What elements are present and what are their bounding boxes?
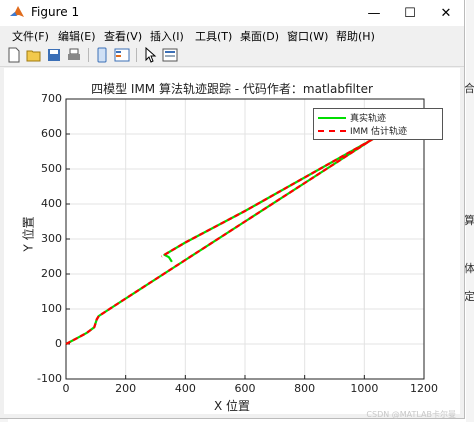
dock-icon[interactable] (114, 47, 130, 63)
y-tick-label: -100 (37, 372, 62, 385)
legend-label: IMM 估计轨迹 (350, 127, 408, 137)
background-window-right: 合算体定 (464, 0, 474, 422)
y-axis-label: Y 位置 (21, 216, 36, 252)
close-icon: ✕ (440, 5, 452, 21)
y-tick-label: 400 (41, 197, 62, 210)
y-tick-label: 700 (41, 92, 62, 105)
y-tick-label: 500 (41, 162, 62, 175)
property-editor-icon[interactable] (162, 47, 178, 63)
edge-glyph: 体 (464, 262, 474, 275)
window-title: Figure 1 (31, 5, 80, 19)
plot-title: 四模型 IMM 算法轨迹跟踪 - 代码作者：matlabfilter (91, 82, 373, 96)
menu-file[interactable]: 文件(F) (12, 28, 49, 44)
series-imm-track (65, 129, 390, 345)
edge-glyph: 算 (464, 214, 474, 227)
save-icon[interactable] (46, 47, 62, 63)
x-tick-label: 1200 (410, 382, 438, 395)
matlab-icon (10, 6, 24, 17)
figure-window: Figure 1 — ☐ ✕ 文件(F) 编辑(E) 查看(V) 插入(I) 工… (0, 0, 465, 419)
watermark: CSDN @MATLAB卡尔曼 (366, 410, 456, 419)
series-true-track (65, 129, 390, 345)
link-icon[interactable] (94, 47, 110, 63)
x-tick-label: 400 (174, 382, 196, 395)
maximize-icon: ☐ (404, 5, 416, 21)
pointer-icon[interactable] (142, 47, 158, 63)
menu-desktop[interactable]: 桌面(D) (240, 28, 279, 44)
minimize-button[interactable]: — (356, 0, 392, 26)
y-tick-label: 600 (41, 127, 62, 140)
menu-bar: 文件(F) 编辑(E) 查看(V) 插入(I) 工具(T) 桌面(D) 窗口(W… (0, 26, 464, 44)
toolbar-separator (136, 48, 137, 62)
toolbar (0, 44, 464, 67)
menu-view[interactable]: 查看(V) (104, 28, 142, 44)
series-lines (65, 129, 390, 345)
print-icon[interactable] (66, 47, 82, 63)
new-figure-icon[interactable] (6, 47, 22, 63)
edge-glyph: 定 (464, 290, 474, 303)
title-bar[interactable]: Figure 1 — ☐ ✕ (0, 0, 464, 26)
legend[interactable]: 真实轨迹 IMM 估计轨迹 (313, 108, 443, 140)
edge-glyph: 合 (464, 82, 474, 95)
menu-tools[interactable]: 工具(T) (195, 28, 232, 44)
close-button[interactable]: ✕ (428, 0, 464, 26)
x-tick-label: 200 (115, 382, 137, 395)
y-tick-label: 200 (41, 267, 62, 280)
toolbar-separator (88, 48, 89, 62)
legend-entry-imm-track: IMM 估计轨迹 (318, 124, 440, 137)
figure-canvas: 四模型 IMM 算法轨迹跟踪 - 代码作者：matlabfilter 0 200 4… (4, 68, 460, 414)
legend-swatch (318, 117, 346, 119)
legend-swatch (318, 130, 346, 132)
maximize-button[interactable]: ☐ (392, 0, 428, 26)
menu-window[interactable]: 窗口(W) (287, 28, 328, 44)
x-tick-label: 1000 (350, 382, 379, 395)
menu-edit[interactable]: 编辑(E) (58, 28, 96, 44)
menu-help[interactable]: 帮助(H) (336, 28, 375, 44)
open-file-icon[interactable] (26, 47, 42, 63)
y-tick-label: 0 (55, 337, 62, 350)
x-tick-label: 600 (234, 382, 256, 395)
legend-entry-true-track: 真实轨迹 (318, 111, 440, 124)
minimize-icon: — (367, 5, 381, 21)
menu-insert[interactable]: 插入(I) (150, 28, 184, 44)
y-tick-label: 100 (41, 302, 62, 315)
legend-label: 真实轨迹 (350, 114, 387, 124)
x-tick-label: 800 (294, 382, 316, 395)
